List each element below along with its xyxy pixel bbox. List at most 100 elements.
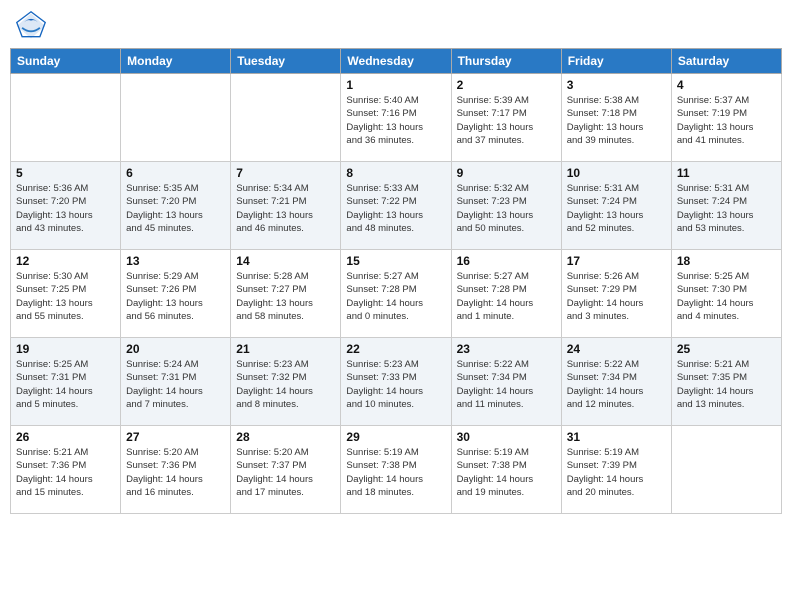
weekday-header-tuesday: Tuesday	[231, 49, 341, 74]
calendar-cell: 9 Sunrise: 5:32 AM Sunset: 7:23 PM Daylig…	[451, 162, 561, 250]
calendar-week-3: 12 Sunrise: 5:30 AM Sunset: 7:25 PM Dayli…	[11, 250, 782, 338]
weekday-header-wednesday: Wednesday	[341, 49, 451, 74]
calendar-cell: 15 Sunrise: 5:27 AM Sunset: 7:28 PM Dayli…	[341, 250, 451, 338]
day-info: Sunrise: 5:32 AM Sunset: 7:23 PM Dayligh…	[457, 182, 556, 235]
calendar-week-1: 1 Sunrise: 5:40 AM Sunset: 7:16 PM Daylig…	[11, 74, 782, 162]
calendar-cell: 21 Sunrise: 5:23 AM Sunset: 7:32 PM Dayli…	[231, 338, 341, 426]
calendar-cell: 6 Sunrise: 5:35 AM Sunset: 7:20 PM Daylig…	[121, 162, 231, 250]
day-number: 16	[457, 254, 556, 268]
calendar-cell: 17Sunrise: 5:26 AM Sunset: 7:29 PM Dayli…	[561, 250, 671, 338]
calendar-cell: 3 Sunrise: 5:38 AM Sunset: 7:18 PM Daylig…	[561, 74, 671, 162]
day-number: 14	[236, 254, 335, 268]
day-number: 2	[457, 78, 556, 92]
day-number: 22	[346, 342, 445, 356]
day-info: Sunrise: 5:21 AM Sunset: 7:36 PM Dayligh…	[16, 446, 115, 499]
day-number: 20	[126, 342, 225, 356]
calendar-cell: 1 Sunrise: 5:40 AM Sunset: 7:16 PM Daylig…	[341, 74, 451, 162]
calendar-cell: 19Sunrise: 5:25 AM Sunset: 7:31 PM Dayli…	[11, 338, 121, 426]
day-info: Sunrise: 5:27 AM Sunset: 7:28 PM Dayligh…	[346, 270, 445, 323]
calendar-cell: 28 Sunrise: 5:20 AM Sunset: 7:37 PM Dayli…	[231, 426, 341, 514]
day-number: 10	[567, 166, 666, 180]
day-info: Sunrise: 5:25 AM Sunset: 7:30 PM Dayligh…	[677, 270, 776, 323]
day-info: Sunrise: 5:22 AM Sunset: 7:34 PM Dayligh…	[457, 358, 556, 411]
day-info: Sunrise: 5:28 AM Sunset: 7:27 PM Dayligh…	[236, 270, 335, 323]
weekday-header-thursday: Thursday	[451, 49, 561, 74]
day-number: 27	[126, 430, 225, 444]
calendar-cell: 11Sunrise: 5:31 AM Sunset: 7:24 PM Dayli…	[671, 162, 781, 250]
weekday-header-monday: Monday	[121, 49, 231, 74]
day-number: 29	[346, 430, 445, 444]
day-info: Sunrise: 5:31 AM Sunset: 7:24 PM Dayligh…	[677, 182, 776, 235]
calendar-cell: 25Sunrise: 5:21 AM Sunset: 7:35 PM Dayli…	[671, 338, 781, 426]
calendar-week-2: 5 Sunrise: 5:36 AM Sunset: 7:20 PM Daylig…	[11, 162, 782, 250]
day-info: Sunrise: 5:27 AM Sunset: 7:28 PM Dayligh…	[457, 270, 556, 323]
calendar-cell: 24Sunrise: 5:22 AM Sunset: 7:34 PM Dayli…	[561, 338, 671, 426]
day-number: 13	[126, 254, 225, 268]
day-number: 17	[567, 254, 666, 268]
calendar-cell: 31Sunrise: 5:19 AM Sunset: 7:39 PM Dayli…	[561, 426, 671, 514]
day-number: 26	[16, 430, 115, 444]
day-info: Sunrise: 5:19 AM Sunset: 7:38 PM Dayligh…	[457, 446, 556, 499]
calendar-table: SundayMondayTuesdayWednesdayThursdayFrid…	[10, 48, 782, 514]
day-number: 7	[236, 166, 335, 180]
day-number: 3	[567, 78, 666, 92]
calendar-cell	[121, 74, 231, 162]
day-number: 15	[346, 254, 445, 268]
calendar-cell: 13 Sunrise: 5:29 AM Sunset: 7:26 PM Dayli…	[121, 250, 231, 338]
calendar-cell: 18 Sunrise: 5:25 AM Sunset: 7:30 PM Dayli…	[671, 250, 781, 338]
day-info: Sunrise: 5:23 AM Sunset: 7:32 PM Dayligh…	[236, 358, 335, 411]
day-info: Sunrise: 5:29 AM Sunset: 7:26 PM Dayligh…	[126, 270, 225, 323]
weekday-header-row: SundayMondayTuesdayWednesdayThursdayFrid…	[11, 49, 782, 74]
day-info: Sunrise: 5:31 AM Sunset: 7:24 PM Dayligh…	[567, 182, 666, 235]
day-number: 4	[677, 78, 776, 92]
day-number: 5	[16, 166, 115, 180]
day-number: 1	[346, 78, 445, 92]
day-info: Sunrise: 5:40 AM Sunset: 7:16 PM Dayligh…	[346, 94, 445, 147]
day-number: 28	[236, 430, 335, 444]
calendar-cell: 22 Sunrise: 5:23 AM Sunset: 7:33 PM Dayli…	[341, 338, 451, 426]
calendar-cell: 23 Sunrise: 5:22 AM Sunset: 7:34 PM Dayli…	[451, 338, 561, 426]
day-info: Sunrise: 5:30 AM Sunset: 7:25 PM Dayligh…	[16, 270, 115, 323]
day-number: 21	[236, 342, 335, 356]
weekday-header-saturday: Saturday	[671, 49, 781, 74]
day-info: Sunrise: 5:20 AM Sunset: 7:36 PM Dayligh…	[126, 446, 225, 499]
day-number: 9	[457, 166, 556, 180]
day-number: 31	[567, 430, 666, 444]
day-info: Sunrise: 5:36 AM Sunset: 7:20 PM Dayligh…	[16, 182, 115, 235]
day-info: Sunrise: 5:25 AM Sunset: 7:31 PM Dayligh…	[16, 358, 115, 411]
weekday-header-sunday: Sunday	[11, 49, 121, 74]
calendar-cell: 27 Sunrise: 5:20 AM Sunset: 7:36 PM Dayli…	[121, 426, 231, 514]
day-number: 12	[16, 254, 115, 268]
calendar-cell: 4 Sunrise: 5:37 AM Sunset: 7:19 PM Daylig…	[671, 74, 781, 162]
day-number: 8	[346, 166, 445, 180]
calendar-cell: 26 Sunrise: 5:21 AM Sunset: 7:36 PM Dayli…	[11, 426, 121, 514]
day-number: 25	[677, 342, 776, 356]
calendar-cell: 14 Sunrise: 5:28 AM Sunset: 7:27 PM Dayli…	[231, 250, 341, 338]
day-number: 23	[457, 342, 556, 356]
day-info: Sunrise: 5:22 AM Sunset: 7:34 PM Dayligh…	[567, 358, 666, 411]
calendar-cell	[671, 426, 781, 514]
calendar-cell: 12 Sunrise: 5:30 AM Sunset: 7:25 PM Dayli…	[11, 250, 121, 338]
day-info: Sunrise: 5:23 AM Sunset: 7:33 PM Dayligh…	[346, 358, 445, 411]
calendar-cell: 10 Sunrise: 5:31 AM Sunset: 7:24 PM Dayli…	[561, 162, 671, 250]
calendar-cell: 2 Sunrise: 5:39 AM Sunset: 7:17 PM Daylig…	[451, 74, 561, 162]
calendar-week-4: 19Sunrise: 5:25 AM Sunset: 7:31 PM Dayli…	[11, 338, 782, 426]
day-info: Sunrise: 5:19 AM Sunset: 7:38 PM Dayligh…	[346, 446, 445, 499]
day-info: Sunrise: 5:33 AM Sunset: 7:22 PM Dayligh…	[346, 182, 445, 235]
calendar-cell: 30Sunrise: 5:19 AM Sunset: 7:38 PM Dayli…	[451, 426, 561, 514]
day-info: Sunrise: 5:20 AM Sunset: 7:37 PM Dayligh…	[236, 446, 335, 499]
day-number: 18	[677, 254, 776, 268]
day-number: 6	[126, 166, 225, 180]
calendar-cell	[11, 74, 121, 162]
calendar-cell: 7 Sunrise: 5:34 AM Sunset: 7:21 PM Daylig…	[231, 162, 341, 250]
day-info: Sunrise: 5:35 AM Sunset: 7:20 PM Dayligh…	[126, 182, 225, 235]
calendar-week-5: 26 Sunrise: 5:21 AM Sunset: 7:36 PM Dayli…	[11, 426, 782, 514]
day-info: Sunrise: 5:39 AM Sunset: 7:17 PM Dayligh…	[457, 94, 556, 147]
page-header	[10, 10, 782, 42]
weekday-header-friday: Friday	[561, 49, 671, 74]
calendar-cell: 20 Sunrise: 5:24 AM Sunset: 7:31 PM Dayli…	[121, 338, 231, 426]
day-info: Sunrise: 5:24 AM Sunset: 7:31 PM Dayligh…	[126, 358, 225, 411]
day-info: Sunrise: 5:34 AM Sunset: 7:21 PM Dayligh…	[236, 182, 335, 235]
day-info: Sunrise: 5:38 AM Sunset: 7:18 PM Dayligh…	[567, 94, 666, 147]
day-info: Sunrise: 5:37 AM Sunset: 7:19 PM Dayligh…	[677, 94, 776, 147]
